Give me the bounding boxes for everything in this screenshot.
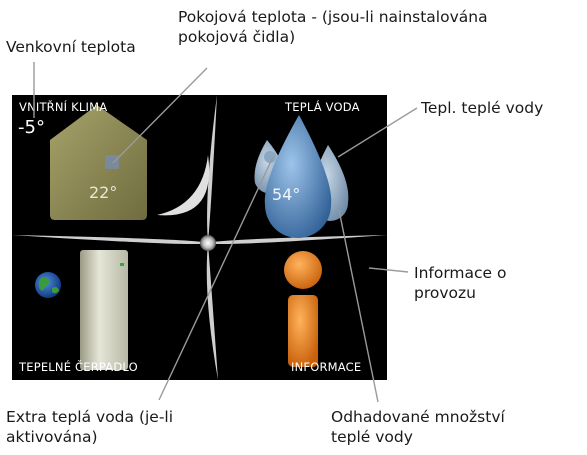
- leader-estimated-hot-water: [338, 209, 379, 403]
- leader-hot-water-temperature: [337, 107, 418, 158]
- leader-extra-hot-water: [158, 156, 274, 401]
- leader-operation-info: [368, 267, 409, 273]
- leader-room-temperature: [112, 67, 208, 164]
- leader-lines: [33, 62, 418, 403]
